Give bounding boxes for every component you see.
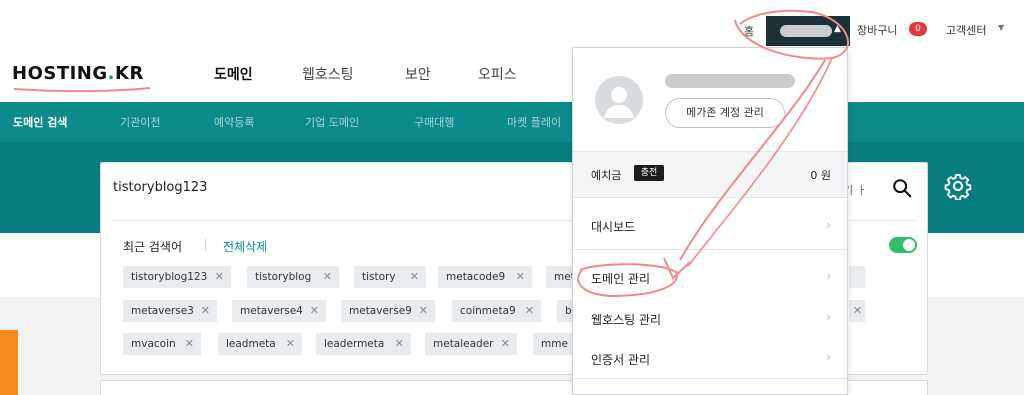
close-icon[interactable]: ✕ [201,300,210,322]
balance-value: 0 원 [810,169,831,182]
recent-searches-label: 최근 검색어 [123,240,183,254]
chevron-right-icon: › [826,310,831,324]
user-icon [604,87,634,118]
side-tab[interactable] [0,330,18,395]
account-manage-button[interactable]: 메가존 계정 관리 [665,98,785,128]
subnav-purchase-agency[interactable]: 구매대행 [414,114,454,130]
chevron-right-icon: › [826,269,831,283]
logo-text-left: HOSTING [12,63,108,84]
recent-chip[interactable]: metacode9 ✕ [438,266,532,288]
close-icon[interactable]: ✕ [395,333,404,355]
utility-bar: 홈 ▲ 장바구니 0 고객센터 ▼ [0,0,1024,50]
search-icon[interactable] [891,177,913,199]
user-dropdown: 메가존 계정 관리 예치금 충전 0 원 대시보드 › 도메인 관리 › 웹호스… [572,47,848,395]
close-icon[interactable]: ✕ [215,266,224,288]
user-menu-button[interactable]: ▲ [766,16,850,46]
chip-label: leadermeta [324,338,385,350]
redacted-username [780,25,832,37]
caret-up-icon: ▲ [834,24,841,34]
chip-label: metacode9 [446,271,506,283]
close-icon[interactable]: ✕ [286,333,295,355]
recent-chip[interactable]: leadermeta ✕ [316,333,411,355]
close-icon[interactable]: ✕ [525,300,534,322]
subnav-transfer[interactable]: 기관이전 [120,114,160,130]
nav-webhosting[interactable]: 웹호스팅 [302,64,354,84]
sub-nav: 도메인 검색 기관이전 예약등록 기업 도메인 구매대행 마켓 플레이 [0,102,1024,142]
recent-chip[interactable]: ✕ [849,300,865,322]
gear-icon[interactable] [944,172,972,200]
avatar [595,76,643,124]
chevron-right-icon: › [826,218,831,232]
recent-chip[interactable]: leadmeta ✕ [218,333,302,355]
close-icon[interactable]: ✕ [185,333,194,355]
recent-chip[interactable]: tistoryblog ✕ [247,266,339,288]
support-link[interactable]: 고객센터 [946,22,986,38]
menu-dashboard[interactable]: 대시보드 › [573,204,847,250]
recent-chip[interactable]: metaverse3 ✕ [123,300,217,322]
logo-dot: . [107,63,115,84]
menu-webhosting-manage[interactable]: 웹호스팅 관리 › [573,299,847,339]
search-input[interactable]: tistoryblog123 [113,180,207,195]
menu-certificate-manage[interactable]: 인증서 관리 › [573,339,847,379]
recent-search-toggle[interactable] [889,237,917,253]
balance-label: 예치금 [591,169,622,182]
cart-count-badge: 0 [909,22,927,36]
main-nav: HOSTING.KR 도메인 웹호스팅 보안 오피스 [0,50,1024,102]
menu-label: 도메인 관리 [591,272,651,286]
menu-label: 인증서 관리 [591,353,651,367]
menu-label: 웹호스팅 관리 [591,313,662,327]
recent-chip[interactable]: coinmeta9 ✕ [452,300,541,322]
chip-label: metaverse3 [131,305,194,317]
close-icon[interactable]: ✕ [323,266,332,288]
subnav-marketplace[interactable]: 마켓 플레이 [507,114,561,130]
recent-chip[interactable]: metaverse4 ✕ [232,300,326,322]
redacted-account-name [665,74,795,88]
recent-chip[interactable]: mvacoin ✕ [123,333,201,355]
chip-label: b [565,305,572,317]
chip-label: tistory [362,271,396,283]
menu-domain-manage[interactable]: 도메인 관리 › [573,258,847,298]
close-icon[interactable]: ✕ [501,333,510,355]
charge-button[interactable]: 충전 [634,165,664,181]
subnav-domain-search[interactable]: 도메인 검색 [13,114,67,130]
chip-label: leadmeta [226,338,276,350]
chip-label: tistoryblog [255,271,312,283]
chip-label: mme [541,338,568,350]
nav-office[interactable]: 오피스 [478,64,517,84]
chip-label: coinmeta9 [460,305,516,317]
recent-chip[interactable]: metaverse9 ✕ [341,300,435,322]
nav-security[interactable]: 보안 [405,64,431,84]
close-icon[interactable]: ✕ [310,300,319,322]
subnav-reservation[interactable]: 예약등록 [214,114,254,130]
close-icon[interactable]: ✕ [853,300,862,322]
chip-label: metaleader [433,338,494,350]
chip-label: mvacoin [131,338,176,350]
logo-text-right: KR [115,63,144,84]
chip-label: tistoryblog123 [131,271,208,283]
logo[interactable]: HOSTING.KR [12,63,144,84]
recent-chip[interactable]: tistory ✕ [354,266,426,288]
delete-all-button[interactable]: 전체삭제 [223,238,267,255]
cart-link[interactable]: 장바구니 [857,22,897,38]
chevron-right-icon: › [826,350,831,364]
chip-label: metaverse4 [240,305,303,317]
nav-domain[interactable]: 도메인 [214,64,253,84]
toggle-knob [903,239,915,251]
close-icon[interactable]: ✕ [410,266,419,288]
chevron-down-icon: ▼ [998,23,1005,32]
recent-chip[interactable]: metaleader ✕ [425,333,517,355]
recent-chip[interactable]: mme [533,333,573,355]
recent-chip[interactable] [849,266,865,288]
chip-label: metaverse9 [349,305,412,317]
close-icon[interactable]: ✕ [516,266,525,288]
home-link[interactable]: 홈 [744,23,754,39]
recent-chip[interactable]: tistoryblog123 ✕ [123,266,231,288]
divider [205,239,206,251]
subnav-enterprise-domain[interactable]: 기업 도메인 [305,114,359,130]
menu-label: 대시보드 [591,220,636,234]
close-icon[interactable]: ✕ [419,300,428,322]
